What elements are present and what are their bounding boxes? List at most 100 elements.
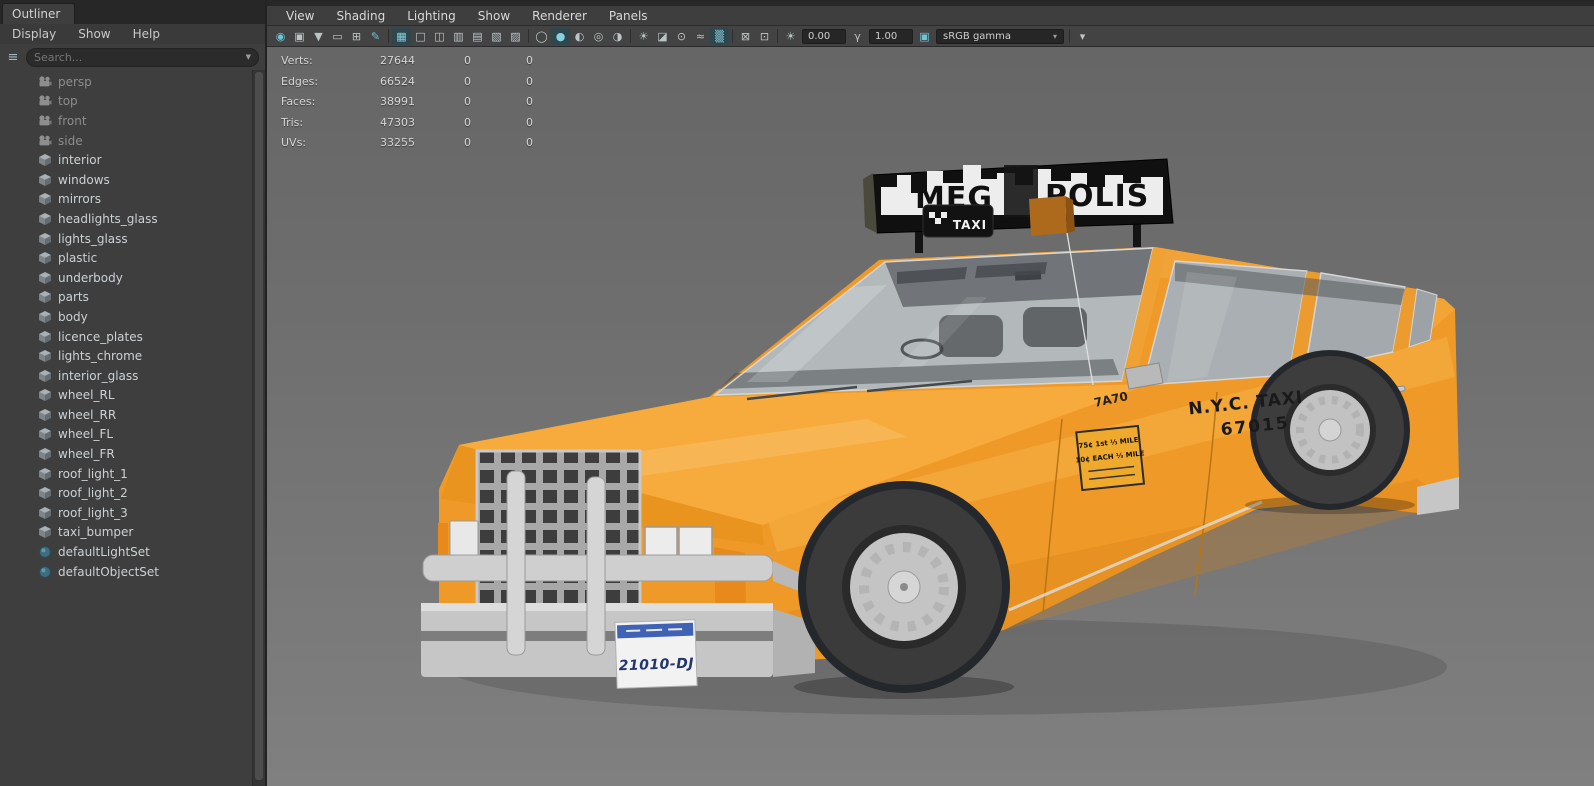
wireframe-on-shaded-icon[interactable]: ◎ bbox=[589, 28, 608, 45]
outliner-item-persp[interactable]: persp bbox=[0, 72, 265, 92]
outliner-item-roof-light-1[interactable]: roof_light_1 bbox=[0, 464, 265, 484]
outliner-list-icon[interactable]: ≡ bbox=[4, 48, 22, 66]
outliner-item-front[interactable]: front bbox=[0, 111, 265, 131]
roof-taxi-light[interactable]: TAXI bbox=[922, 204, 994, 238]
mesh-icon bbox=[38, 232, 52, 246]
outliner-item-windows[interactable]: windows bbox=[0, 170, 265, 190]
resolution-gate-icon[interactable]: ◫ bbox=[430, 28, 449, 45]
safe-action-icon[interactable]: ▧ bbox=[487, 28, 506, 45]
search-filter-arrow-icon[interactable]: ▼ bbox=[246, 53, 251, 61]
outliner-item-wheel-rl[interactable]: wheel_RL bbox=[0, 386, 265, 406]
menu-shading[interactable]: Shading bbox=[325, 9, 396, 23]
motion-blur-icon[interactable]: ≈ bbox=[691, 28, 710, 45]
roof-sign[interactable]: MEG POLIS TAXI bbox=[863, 158, 1174, 253]
pan-zoom-icon[interactable]: ⊞ bbox=[347, 28, 366, 45]
item-label: interior bbox=[58, 153, 102, 168]
safe-title-icon[interactable]: ▨ bbox=[506, 28, 525, 45]
outliner-item-roof-light-2[interactable]: roof_light_2 bbox=[0, 483, 265, 503]
grid-icon[interactable]: ▦ bbox=[392, 27, 411, 45]
menu-show[interactable]: Show bbox=[78, 27, 110, 41]
plate-number-text: 21010-DJ bbox=[618, 656, 694, 675]
outliner-item-wheel-fr[interactable]: wheel_FR bbox=[0, 444, 265, 464]
color-transform-select[interactable]: sRGB gamma ▾ bbox=[936, 28, 1064, 44]
menu-renderer[interactable]: Renderer bbox=[521, 9, 598, 23]
menu-help[interactable]: Help bbox=[133, 27, 160, 41]
outliner-menubar: Display Show Help bbox=[0, 24, 265, 44]
outliner-item-top[interactable]: top bbox=[0, 92, 265, 112]
field-chart-icon[interactable]: ▤ bbox=[468, 28, 487, 45]
toolbar-overflow-arrow-icon[interactable]: ▾ bbox=[1073, 28, 1092, 45]
outliner-item-taxi-bumper[interactable]: taxi_bumper bbox=[0, 523, 265, 543]
use-default-material-icon[interactable]: ◑ bbox=[608, 28, 627, 45]
mesh-icon bbox=[38, 506, 52, 520]
scene-lights-icon[interactable]: ☀ bbox=[634, 28, 653, 45]
gate-mask-icon[interactable]: ▥ bbox=[449, 28, 468, 45]
outliner-item-parts[interactable]: parts bbox=[0, 288, 265, 308]
menu-show[interactable]: Show bbox=[467, 9, 521, 23]
scene-render[interactable]: 21010-DJ MEG POLIS TAXI N.Y.C. TAXI 6701… bbox=[267, 47, 1594, 786]
gamma-icon[interactable]: γ bbox=[848, 28, 867, 45]
multisampling-icon[interactable]: ▒ bbox=[710, 27, 729, 45]
shadows-icon[interactable]: ◪ bbox=[653, 28, 672, 45]
outliner-item-underbody[interactable]: underbody bbox=[0, 268, 265, 288]
exposure-field[interactable]: 0.00 bbox=[802, 28, 846, 44]
front-wheel[interactable] bbox=[798, 481, 1010, 693]
outliner-item-defaultlightset[interactable]: defaultLightSet bbox=[0, 542, 265, 562]
search-input[interactable] bbox=[34, 50, 242, 64]
outliner-item-wheel-fl[interactable]: wheel_FL bbox=[0, 425, 265, 445]
outliner-item-lights-glass[interactable]: lights_glass bbox=[0, 229, 265, 249]
menu-panels[interactable]: Panels bbox=[598, 9, 659, 23]
outliner-item-headlights-glass[interactable]: headlights_glass bbox=[0, 209, 265, 229]
outliner-item-lights-chrome[interactable]: lights_chrome bbox=[0, 346, 265, 366]
front-grille[interactable] bbox=[475, 449, 642, 623]
outliner-item-plastic[interactable]: plastic bbox=[0, 248, 265, 268]
xray-icon[interactable]: ⊠ bbox=[736, 28, 755, 45]
grease-pencil-icon[interactable]: ✎ bbox=[366, 28, 385, 45]
toolbar-divider bbox=[630, 29, 631, 43]
hud-selected: 0 bbox=[464, 115, 471, 129]
mesh-icon bbox=[38, 349, 52, 363]
outliner-item-mirrors[interactable]: mirrors bbox=[0, 190, 265, 210]
search-box: ▼ bbox=[26, 47, 259, 67]
outliner-item-defaultobjectset[interactable]: defaultObjectSet bbox=[0, 562, 265, 582]
menu-display[interactable]: Display bbox=[12, 27, 56, 41]
outliner-item-wheel-rr[interactable]: wheel_RR bbox=[0, 405, 265, 425]
smooth-shade-icon[interactable]: ● bbox=[551, 27, 570, 45]
textured-icon[interactable]: ◐ bbox=[570, 28, 589, 45]
outliner-item-interior-glass[interactable]: interior_glass bbox=[0, 366, 265, 386]
hud-selected: 0 bbox=[464, 136, 471, 150]
mesh-icon bbox=[38, 310, 52, 324]
item-label: licence_plates bbox=[58, 329, 143, 344]
outliner-tree: persp top front side interior windows mi… bbox=[0, 70, 265, 786]
wireframe-icon[interactable]: ◯ bbox=[532, 28, 551, 45]
outliner-item-side[interactable]: side bbox=[0, 131, 265, 151]
select-camera-icon[interactable]: ◉ bbox=[271, 28, 290, 45]
color-management-icon[interactable]: ▣ bbox=[915, 28, 934, 45]
outliner-item-interior[interactable]: interior bbox=[0, 150, 265, 170]
viewport-canvas[interactable]: Verts: 27644 0 0 Edges: 66524 0 0 Faces: 38991 0… bbox=[267, 47, 1594, 786]
mesh-icon bbox=[38, 271, 52, 285]
outliner-item-licence-plates[interactable]: licence_plates bbox=[0, 327, 265, 347]
exposure-icon[interactable]: ☀ bbox=[781, 28, 800, 45]
mesh-icon bbox=[38, 212, 52, 226]
ambient-occlusion-icon[interactable]: ⊙ bbox=[672, 28, 691, 45]
taxi-model[interactable]: 21010-DJ MEG POLIS TAXI N.Y.C. TAXI 6701… bbox=[421, 158, 1459, 715]
menu-view[interactable]: View bbox=[275, 9, 325, 23]
film-gate-icon[interactable]: □ bbox=[411, 28, 430, 45]
isolate-select-icon[interactable]: ⊡ bbox=[755, 28, 774, 45]
image-plane-icon[interactable]: ▭ bbox=[328, 28, 347, 45]
roof-sign-support-box bbox=[1029, 196, 1075, 236]
outliner-item-roof-light-3[interactable]: roof_light_3 bbox=[0, 503, 265, 523]
outliner-tab[interactable]: Outliner bbox=[2, 3, 76, 24]
item-label: wheel_RR bbox=[58, 407, 117, 422]
gamma-field[interactable]: 1.00 bbox=[869, 28, 913, 44]
bookmarks-icon[interactable]: ▼ bbox=[309, 28, 328, 45]
mesh-icon bbox=[38, 251, 52, 265]
outliner-item-body[interactable]: body bbox=[0, 307, 265, 327]
hud-other: 0 bbox=[526, 54, 533, 67]
lock-camera-icon[interactable]: ▣ bbox=[290, 28, 309, 45]
outliner-scrollbar[interactable] bbox=[252, 70, 265, 786]
scrollbar-thumb[interactable] bbox=[255, 72, 263, 780]
set-icon bbox=[38, 565, 52, 579]
menu-lighting[interactable]: Lighting bbox=[396, 9, 467, 23]
